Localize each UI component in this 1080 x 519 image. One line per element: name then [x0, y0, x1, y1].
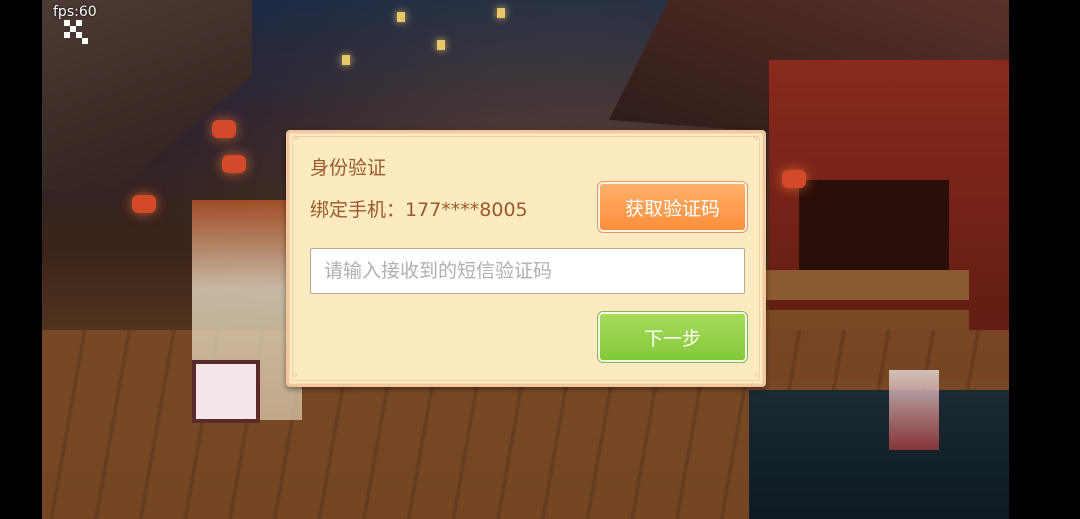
corner-ornament-icon: ✧: [752, 134, 760, 144]
checker-arrow-icon: [64, 20, 88, 44]
get-code-button[interactable]: 获取验证码: [600, 184, 745, 230]
lantern-icon: [132, 195, 156, 213]
bound-phone-label: 绑定手机：: [310, 199, 406, 221]
identity-verification-dialog: ✧ ✧ ✧ ✧ 身份验证 绑定手机：177****8005 获取验证码 下一步: [286, 130, 766, 387]
dialog-title: 身份验证: [310, 157, 387, 179]
sky-lantern-icon: [397, 12, 405, 22]
corner-ornament-icon: ✧: [752, 371, 760, 381]
bound-phone-row: 绑定手机：177****8005: [310, 195, 528, 222]
sky-lantern-icon: [437, 40, 445, 50]
fps-label: fps:: [53, 4, 79, 20]
lantern-icon: [222, 155, 246, 173]
lantern-icon: [212, 120, 236, 138]
water: [749, 390, 1009, 519]
sms-code-input[interactable]: [310, 248, 745, 294]
lantern-icon: [782, 170, 806, 188]
sky-lantern-icon: [497, 8, 505, 18]
fps-value: 60: [78, 4, 97, 20]
next-step-button[interactable]: 下一步: [600, 314, 745, 360]
bound-phone-number: 177****8005: [405, 199, 528, 221]
lamp-prop: [192, 360, 260, 423]
sky-lantern-icon: [342, 55, 350, 65]
corner-ornament-icon: ✧: [292, 134, 300, 144]
fps-counter: fps:60: [53, 4, 97, 20]
corner-ornament-icon: ✧: [292, 371, 300, 381]
npc-character: [889, 370, 939, 450]
